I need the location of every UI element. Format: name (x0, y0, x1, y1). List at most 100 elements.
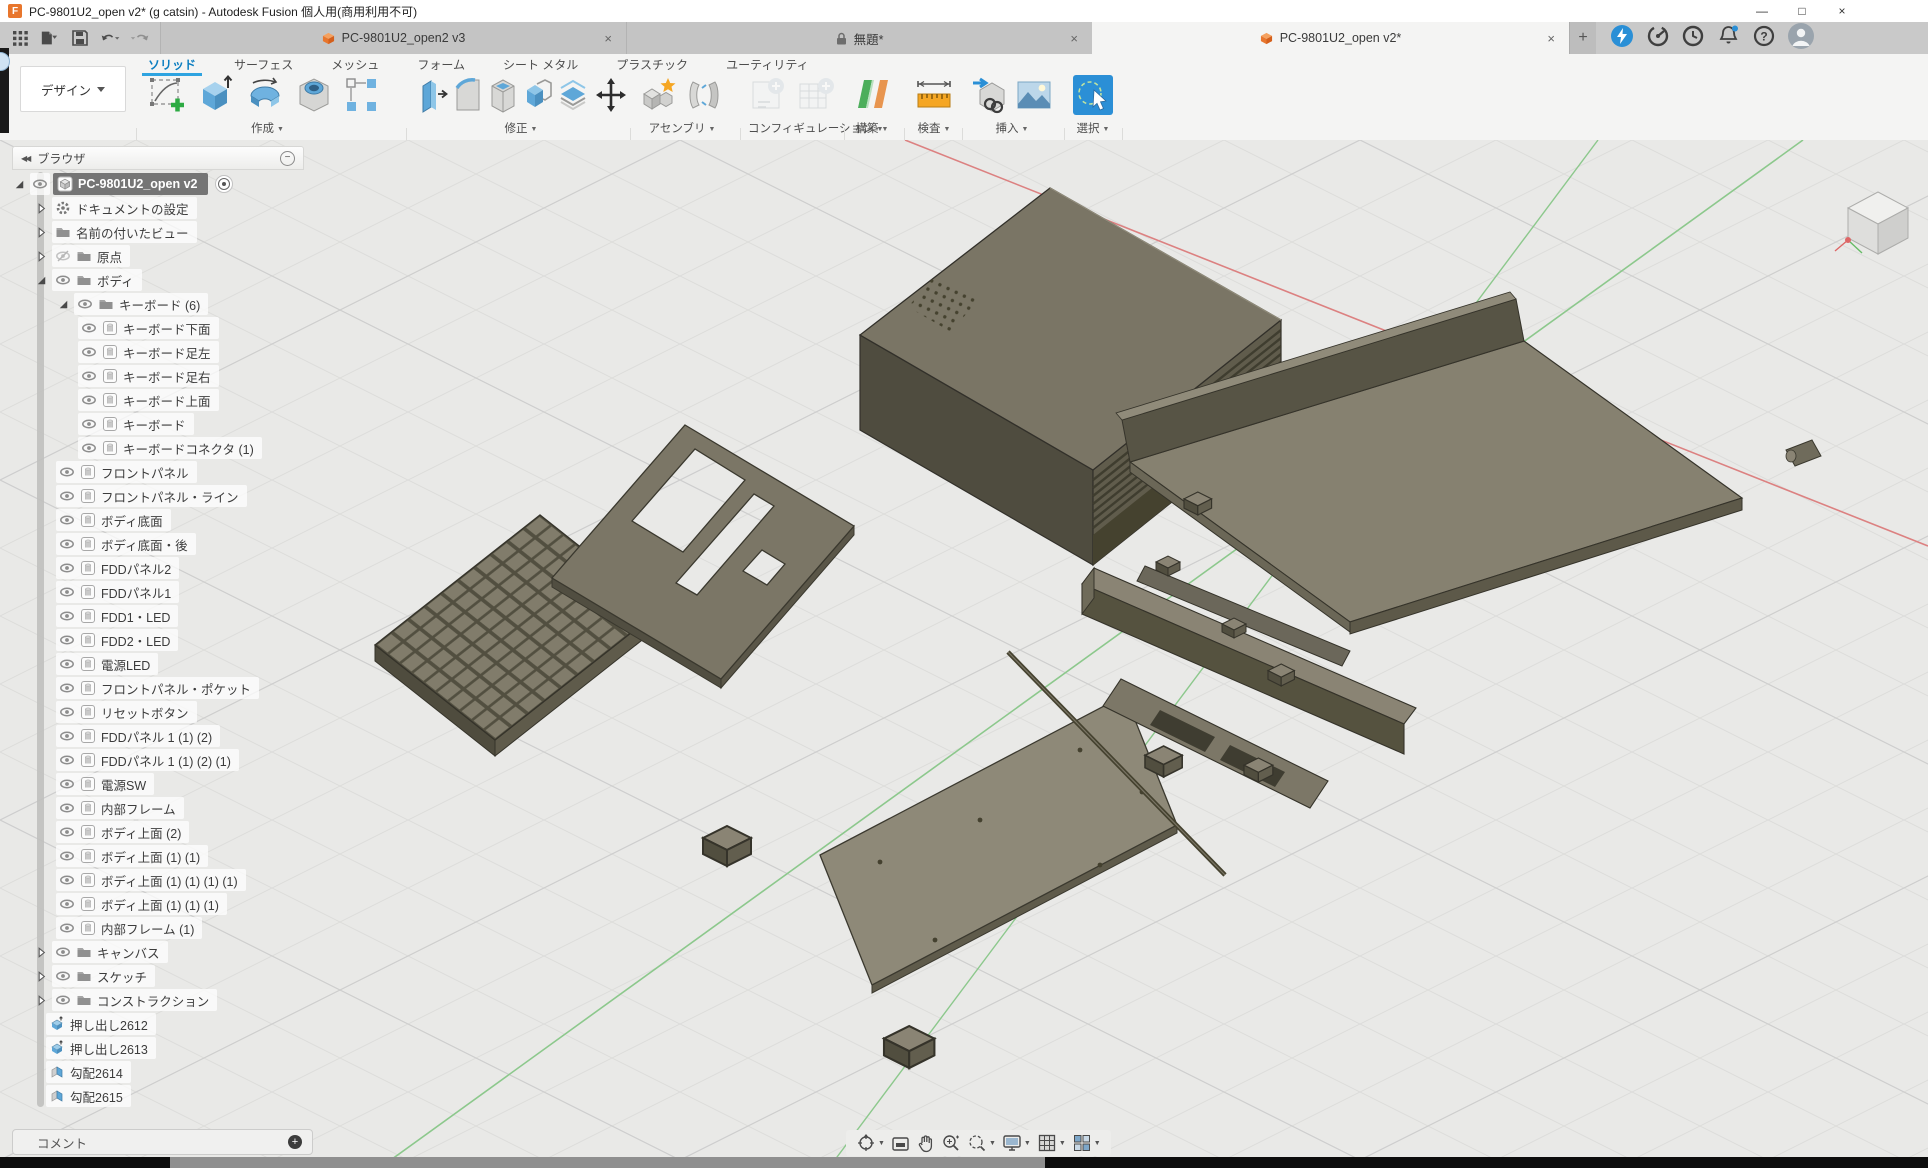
browser-item-selected[interactable]: PC-9801U2_open v2 (53, 173, 208, 195)
browser-item[interactable]: キーボード下面 (78, 317, 219, 339)
browser-row[interactable]: 原点 (34, 244, 130, 268)
display-settings-button[interactable]: ▼ (1002, 1133, 1031, 1153)
browser-row[interactable]: ボディ底面・後 (56, 532, 196, 556)
browser-row[interactable]: FDD2・LED (56, 628, 178, 652)
ribbon-tab-surface[interactable]: サーフェス (232, 56, 295, 73)
browser-row[interactable]: キャンバス (34, 940, 168, 964)
browser-item[interactable]: フロントパネル・ライン (56, 485, 247, 507)
browser-row[interactable]: 電源LED (56, 652, 158, 676)
browser-row[interactable]: キーボード上面 (78, 388, 219, 412)
browser-row[interactable]: フロントパネル (56, 460, 197, 484)
browser-item[interactable]: ボディ上面 (1) (1) (1) (56, 893, 227, 915)
browser-item[interactable]: キーボード (78, 413, 194, 435)
create-sketch-button[interactable] (145, 74, 189, 116)
browser-row[interactable]: 押し出し2612 (46, 1012, 156, 1036)
browser-item[interactable]: ドキュメントの設定 (52, 197, 197, 219)
doc-tab-3-active[interactable]: PC-9801U2_open v2* × (1092, 22, 1569, 54)
browser-item[interactable]: ボディ上面 (2) (56, 821, 189, 843)
group-configure-label[interactable]: コンフィギュレーション▼ (748, 120, 838, 136)
insert-derive-button[interactable] (970, 74, 1010, 116)
ribbon-tab-plastic[interactable]: プラスチック (614, 56, 690, 73)
browser-row[interactable]: 電源SW (56, 772, 154, 796)
browser-row[interactable]: 勾配2614 (46, 1060, 131, 1084)
browser-item[interactable]: コンストラクション (52, 989, 217, 1011)
ribbon-tab-sheetmetal[interactable]: シート メタル (501, 56, 580, 73)
browser-item[interactable]: 勾配2615 (46, 1085, 131, 1107)
browser-row[interactable]: 勾配2615 (46, 1084, 131, 1108)
select-button[interactable] (1072, 74, 1114, 116)
undo-icon[interactable] (100, 28, 120, 48)
browser-row[interactable]: ドキュメントの設定 (34, 196, 197, 220)
ribbon-tab-form[interactable]: フォーム (415, 56, 467, 73)
browser-item[interactable]: 勾配2614 (46, 1061, 131, 1083)
help-icon[interactable]: ? (1753, 25, 1775, 52)
browser-row[interactable]: フロントパネル・ライン (56, 484, 247, 508)
browser-item[interactable]: ボディ (52, 269, 142, 291)
group-assemble-label[interactable]: アセンブリ▼ (638, 120, 726, 136)
group-select-label[interactable]: 選択▼ (1072, 120, 1114, 136)
add-comment-icon[interactable]: + (288, 1135, 302, 1149)
browser-row[interactable]: キーボードコネクタ (1) (78, 436, 262, 460)
browser-item[interactable]: 電源LED (56, 653, 158, 675)
browser-row[interactable]: スケッチ (34, 964, 155, 988)
browser-row[interactable]: 内部フレーム (1) (56, 916, 202, 940)
browser-row[interactable]: キーボード足右 (78, 364, 219, 388)
ribbon-tab-utility[interactable]: ユーティリティ (724, 56, 811, 73)
zoom-button[interactable] (941, 1133, 961, 1153)
combine-button[interactable] (523, 74, 553, 116)
browser-row[interactable]: コンストラクション (34, 988, 217, 1012)
workspace-selector[interactable]: デザイン (20, 66, 126, 112)
group-create-label[interactable]: 作成▼ (145, 120, 390, 136)
browser-item[interactable]: FDDパネル1 (56, 581, 179, 603)
fillet-button[interactable] (453, 74, 483, 116)
browser-item[interactable]: FDD2・LED (56, 629, 178, 651)
grid-settings-button[interactable]: ▼ (1037, 1133, 1066, 1153)
browser-row[interactable]: キーボード (6) (56, 292, 208, 316)
viewport-canvas[interactable] (0, 140, 1928, 1168)
ribbon-tab-mesh[interactable]: メッシュ (329, 56, 381, 73)
browser-row[interactable]: ボディ上面 (1) (1) (56, 844, 208, 868)
maximize-button[interactable]: □ (1793, 4, 1811, 18)
browser-item[interactable]: 押し出し2613 (46, 1037, 156, 1059)
tab-close-icon[interactable]: × (604, 31, 612, 46)
browser-item[interactable]: キーボードコネクタ (1) (78, 437, 262, 459)
avatar[interactable] (1788, 23, 1814, 54)
doc-tab-1[interactable]: PC-9801U2_open2 v3 × (160, 22, 626, 54)
browser-row[interactable]: ボディ上面 (1) (1) (1) (1) (56, 868, 246, 892)
browser-row[interactable]: ボディ上面 (2) (56, 820, 189, 844)
browser-item[interactable]: 押し出し2612 (46, 1013, 156, 1035)
tab-close-icon[interactable]: × (1547, 31, 1555, 46)
browser-minimize-icon[interactable]: − (280, 151, 295, 166)
browser-item[interactable]: 原点 (52, 245, 130, 267)
construct-plane-button[interactable] (850, 74, 894, 116)
visibility-toggle[interactable] (30, 173, 50, 195)
browser-item[interactable]: FDDパネル 1 (1) (2) (1) (56, 749, 239, 771)
activate-component-radio[interactable] (215, 175, 233, 193)
group-modify-label[interactable]: 修正▼ (418, 120, 624, 136)
browser-row[interactable]: ボディ上面 (1) (1) (1) (56, 892, 227, 916)
look-at-button[interactable] (891, 1134, 910, 1153)
browser-item[interactable]: FDDパネル 1 (1) (2) (56, 725, 220, 747)
browser-row[interactable]: 内部フレーム (56, 796, 184, 820)
press-pull-button[interactable] (418, 74, 448, 116)
revolve-button[interactable] (243, 74, 287, 116)
fit-button[interactable]: ▼ (967, 1133, 996, 1153)
browser-row[interactable]: ボディ (34, 268, 142, 292)
browser-row[interactable]: 押し出し2613 (46, 1036, 156, 1060)
orbit-button[interactable]: ▼ (856, 1133, 885, 1153)
extensions-icon[interactable] (1647, 25, 1669, 52)
browser-row[interactable]: リセットボタン (56, 700, 197, 724)
browser-row[interactable]: FDDパネル 1 (1) (2) (56, 724, 220, 748)
browser-item[interactable]: キーボード (6) (74, 293, 208, 315)
notifications-bell-icon[interactable] (1717, 24, 1740, 52)
hole-button[interactable] (292, 74, 336, 116)
browser-item[interactable]: 名前の付いたビュー (52, 221, 197, 243)
browser-item[interactable]: 内部フレーム (56, 797, 184, 819)
browser-item[interactable]: キャンバス (52, 941, 168, 963)
job-status-icon[interactable] (1610, 24, 1634, 53)
config-table-button[interactable] (795, 74, 837, 116)
redo-icon[interactable] (130, 28, 150, 48)
viewports-button[interactable]: ▼ (1072, 1133, 1101, 1153)
doc-tab-2[interactable]: 無題* × (626, 22, 1092, 54)
browser-item[interactable]: フロントパネル・ポケット (56, 677, 259, 699)
